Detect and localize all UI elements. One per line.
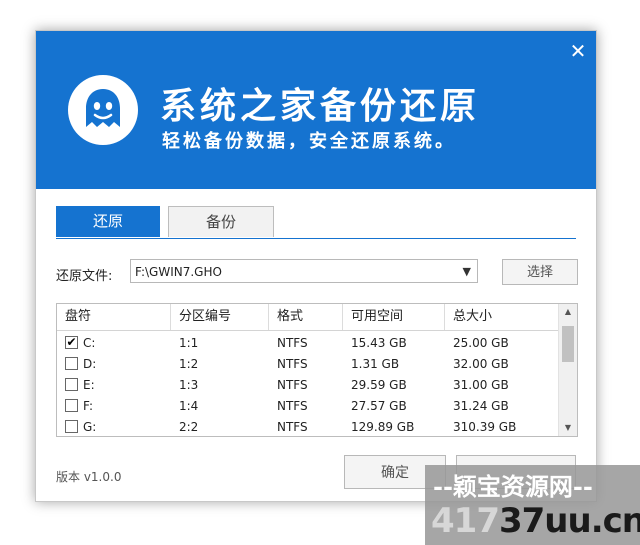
partition-cell: 1:3 bbox=[179, 378, 199, 392]
total-size-cell: 31.00 GB bbox=[453, 378, 509, 392]
free-space-cell: 29.59 GB bbox=[351, 378, 407, 392]
row-checkbox[interactable] bbox=[65, 399, 78, 412]
format-cell: NTFS bbox=[277, 420, 308, 434]
row-checkbox[interactable] bbox=[65, 420, 78, 433]
table-row[interactable]: F: 1:4 NTFS 27.57 GB 31.24 GB bbox=[57, 396, 559, 417]
watermark-bottom-text: 41737uu.cn bbox=[431, 501, 640, 541]
tab-restore[interactable]: 还原 bbox=[56, 206, 160, 237]
format-cell: NTFS bbox=[277, 357, 308, 371]
restore-file-label: 还原文件: bbox=[56, 269, 113, 284]
partition-cell: 2:2 bbox=[179, 420, 199, 434]
partition-cell: 1:4 bbox=[179, 399, 199, 413]
scroll-thumb[interactable] bbox=[562, 326, 574, 362]
scroll-down-icon[interactable]: ▼ bbox=[559, 420, 577, 436]
watermark-top-text: --颖宝资源网-- bbox=[433, 472, 593, 501]
tab-backup[interactable]: 备份 bbox=[168, 206, 274, 237]
row-checkbox[interactable]: ✔ bbox=[65, 336, 78, 349]
free-space-cell: 15.43 GB bbox=[351, 336, 407, 350]
row-checkbox[interactable] bbox=[65, 357, 78, 370]
watermark-prefix: 417 bbox=[431, 501, 500, 541]
tab-bar: 还原 备份 bbox=[56, 206, 576, 239]
restore-file-value: F:\GWIN7.GHO bbox=[135, 265, 222, 279]
free-space-cell: 129.89 GB bbox=[351, 420, 415, 434]
watermark-domain: 37uu.cn bbox=[498, 501, 640, 541]
header-banner: ✕ 系统之家备份还原 轻松备份数据，安全还原系统。 bbox=[36, 31, 596, 189]
drive-cell: G: bbox=[83, 420, 97, 434]
restore-file-select[interactable]: F:\GWIN7.GHO ▼ bbox=[130, 259, 478, 283]
column-header-free[interactable]: 可用空间 bbox=[343, 304, 445, 330]
scroll-up-icon[interactable]: ▲ bbox=[559, 304, 577, 320]
table-row[interactable]: E: 1:3 NTFS 29.59 GB 31.00 GB bbox=[57, 375, 559, 396]
app-subtitle: 轻松备份数据，安全还原系统。 bbox=[162, 131, 456, 152]
drive-cell: D: bbox=[83, 357, 97, 371]
total-size-cell: 310.39 GB bbox=[453, 420, 517, 434]
partition-cell: 1:2 bbox=[179, 357, 199, 371]
table-row[interactable]: G: 2:2 NTFS 129.89 GB 310.39 GB bbox=[57, 417, 559, 436]
column-header-total[interactable]: 总大小 bbox=[445, 304, 559, 330]
column-header-partition[interactable]: 分区编号 bbox=[171, 304, 269, 330]
format-cell: NTFS bbox=[277, 378, 308, 392]
table-row[interactable]: ✔ C: 1:1 NTFS 15.43 GB 25.00 GB bbox=[57, 333, 559, 354]
watermark-overlay: --颖宝资源网-- 41737uu.cn bbox=[425, 465, 640, 545]
total-size-cell: 25.00 GB bbox=[453, 336, 509, 350]
table-header: 盘符 分区编号 格式 可用空间 总大小 bbox=[57, 304, 559, 331]
free-space-cell: 1.31 GB bbox=[351, 357, 400, 371]
format-cell: NTFS bbox=[277, 336, 308, 350]
app-title: 系统之家备份还原 bbox=[160, 86, 481, 127]
drive-cell: E: bbox=[83, 378, 95, 392]
row-checkbox[interactable] bbox=[65, 378, 78, 391]
partition-cell: 1:1 bbox=[179, 336, 199, 350]
free-space-cell: 27.57 GB bbox=[351, 399, 407, 413]
drive-cell: F: bbox=[83, 399, 94, 413]
app-window: ✕ 系统之家备份还原 轻松备份数据，安全还原系统。 还原 备份 还原文件: F:… bbox=[35, 30, 597, 502]
total-size-cell: 31.24 GB bbox=[453, 399, 509, 413]
total-size-cell: 32.00 GB bbox=[453, 357, 509, 371]
table-scrollbar[interactable]: ▲ ▼ bbox=[558, 304, 577, 436]
format-cell: NTFS bbox=[277, 399, 308, 413]
column-header-format[interactable]: 格式 bbox=[269, 304, 343, 330]
version-label: 版本 v1.0.0 bbox=[56, 470, 122, 484]
partition-table: 盘符 分区编号 格式 可用空间 总大小 ✔ C: 1:1 NTFS 15.43 … bbox=[56, 303, 578, 437]
column-header-drive[interactable]: 盘符 bbox=[57, 304, 171, 330]
close-icon[interactable]: ✕ bbox=[568, 41, 588, 61]
choose-file-button[interactable]: 选择 bbox=[502, 259, 578, 285]
drive-cell: C: bbox=[83, 336, 96, 350]
ghost-logo-icon bbox=[68, 75, 138, 145]
chevron-down-icon[interactable]: ▼ bbox=[463, 260, 471, 284]
table-row[interactable]: D: 1:2 NTFS 1.31 GB 32.00 GB bbox=[57, 354, 559, 375]
